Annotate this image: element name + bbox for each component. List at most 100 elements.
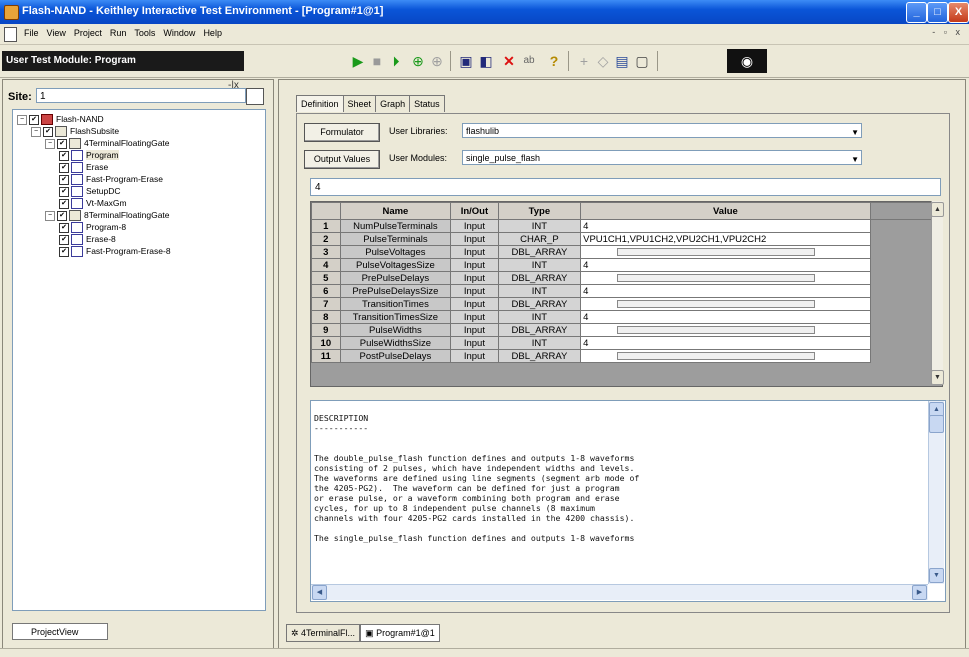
type-cell[interactable]: INT xyxy=(497,336,582,350)
tree-expander-icon[interactable]: − xyxy=(17,114,27,125)
help-icon[interactable]: ? xyxy=(545,52,563,70)
tab-definition[interactable]: Definition xyxy=(296,95,344,112)
value-cell[interactable]: 4 xyxy=(580,258,871,272)
report-icon[interactable]: ▢ xyxy=(633,52,651,70)
tree-expander-icon[interactable]: − xyxy=(31,126,41,137)
save-all-icon[interactable]: ◧ xyxy=(477,52,495,70)
name-cell[interactable]: PulseWidthsSize xyxy=(339,336,452,350)
tree-item[interactable]: ✔ Program xyxy=(59,149,119,162)
site-input[interactable]: 1 xyxy=(36,88,246,103)
type-cell[interactable]: INT xyxy=(497,258,582,272)
add-disabled-icon[interactable]: + xyxy=(575,52,593,70)
column-header-value[interactable]: Value xyxy=(580,202,871,220)
table-row[interactable]: 4 PulseVoltagesSize Input INT 4 xyxy=(311,258,942,272)
value-cell[interactable] xyxy=(580,297,871,311)
stop-icon[interactable]: ■ xyxy=(368,52,386,70)
table-row[interactable]: 8 TransitionTimesSize Input INT 4 xyxy=(311,310,942,324)
cell-edit-field[interactable]: 4 xyxy=(310,178,941,196)
inout-cell[interactable]: Input xyxy=(450,349,499,363)
scroll-down-icon[interactable]: ▼ xyxy=(929,568,944,583)
inout-cell[interactable]: Input xyxy=(450,232,499,246)
name-cell[interactable]: PulseWidths xyxy=(339,323,452,337)
menu-view[interactable]: View xyxy=(43,24,70,38)
inout-cell[interactable]: Input xyxy=(450,219,499,233)
value-cell[interactable]: 4 xyxy=(580,284,871,298)
scroll-up-icon[interactable]: ▲ xyxy=(931,202,944,217)
type-cell[interactable]: DBL_ARRAY xyxy=(497,245,582,259)
inout-cell[interactable]: Input xyxy=(450,297,499,311)
name-cell[interactable]: PulseVoltages xyxy=(339,245,452,259)
value-cell[interactable]: 4 xyxy=(580,219,871,233)
tree-item[interactable]: ✔ Erase-8 xyxy=(59,233,116,246)
tree-expander-icon[interactable]: − xyxy=(45,210,55,221)
description-vscrollbar[interactable]: ▲ ▼ xyxy=(928,401,944,584)
menu-tools[interactable]: Tools xyxy=(130,24,159,38)
site-browse-icon[interactable] xyxy=(246,88,264,105)
user-modules-select[interactable]: single_pulse_flash ▼ xyxy=(462,150,862,165)
scroll-right-icon[interactable]: ▶ xyxy=(912,585,927,600)
array-editor-bar[interactable] xyxy=(617,247,816,256)
tree-checkbox[interactable]: ✔ xyxy=(59,234,69,245)
inout-cell[interactable]: Input xyxy=(450,310,499,324)
close-button[interactable]: X xyxy=(948,2,969,23)
menu-window[interactable]: Window xyxy=(159,24,199,38)
menu-run[interactable]: Run xyxy=(106,24,131,38)
name-cell[interactable]: NumPulseTerminals xyxy=(339,219,452,233)
tree-item[interactable]: ✔ Erase xyxy=(59,161,108,174)
tree-item[interactable]: − ✔ Flash-NAND xyxy=(17,113,104,126)
array-editor-bar[interactable] xyxy=(617,299,816,308)
rename-icon[interactable]: ab xyxy=(520,52,538,70)
value-cell[interactable] xyxy=(580,323,871,337)
tree-item[interactable]: − ✔ 8TerminalFloatingGate xyxy=(45,209,170,222)
value-cell[interactable]: 4 xyxy=(580,336,871,350)
inout-cell[interactable]: Input xyxy=(450,336,499,350)
type-cell[interactable]: INT xyxy=(497,284,582,298)
inout-cell[interactable]: Input xyxy=(450,271,499,285)
description-hscrollbar[interactable]: ◀ ▶ xyxy=(311,584,928,600)
description-text[interactable]: DESCRIPTION ----------- The double_pulse… xyxy=(310,400,946,602)
type-cell[interactable]: CHAR_P xyxy=(497,232,582,246)
type-cell[interactable]: INT xyxy=(497,310,582,324)
value-cell[interactable] xyxy=(580,349,871,363)
array-editor-bar[interactable] xyxy=(617,325,816,334)
maximize-button[interactable]: □ xyxy=(927,2,948,23)
tree-item[interactable]: ✔ SetupDC xyxy=(59,185,121,198)
graph-icon[interactable]: ▤ xyxy=(613,52,631,70)
value-cell[interactable] xyxy=(580,271,871,285)
mdi-window-controls[interactable]: - ▫ x xyxy=(932,27,963,37)
scroll-left-icon[interactable]: ◀ xyxy=(312,585,327,600)
inout-cell[interactable]: Input xyxy=(450,284,499,298)
tree-item[interactable]: ✔ Program-8 xyxy=(59,221,126,234)
table-row[interactable]: 11 PostPulseDelays Input DBL_ARRAY xyxy=(311,349,942,363)
column-header-name[interactable]: Name xyxy=(339,202,452,220)
scroll-thumb[interactable] xyxy=(929,415,944,433)
value-cell[interactable]: VPU1CH1,VPU1CH2,VPU2CH1,VPU2CH2 xyxy=(580,232,871,246)
value-cell[interactable] xyxy=(580,245,871,259)
column-header-inout[interactable]: In/Out xyxy=(450,202,499,220)
menu-project[interactable]: Project xyxy=(70,24,106,38)
delete-icon[interactable]: ✕ xyxy=(500,52,518,70)
doc-tab-program[interactable]: ▣ Program#1@1 xyxy=(360,624,440,642)
inout-cell[interactable]: Input xyxy=(450,258,499,272)
table-row[interactable]: 5 PrePulseDelays Input DBL_ARRAY xyxy=(311,271,942,285)
tree-checkbox[interactable]: ✔ xyxy=(57,210,67,221)
document-icon[interactable] xyxy=(4,27,17,42)
project-tree[interactable]: − ✔ Flash-NAND − ✔ FlashSubsite − ✔ 4TerminalFlo… xyxy=(12,109,266,611)
tab-status[interactable]: Status xyxy=(409,95,445,112)
minimize-button[interactable]: _ xyxy=(906,2,927,23)
array-editor-bar[interactable] xyxy=(617,351,816,360)
grid-scrollbar[interactable]: ▲ ▼ xyxy=(931,201,944,385)
type-cell[interactable]: DBL_ARRAY xyxy=(497,349,582,363)
menu-help[interactable]: Help xyxy=(199,24,226,38)
value-cell[interactable]: 4 xyxy=(580,310,871,324)
doc-tab-4terminal[interactable]: ✲ 4TerminalFl... xyxy=(286,624,361,642)
table-row[interactable]: 3 PulseVoltages Input DBL_ARRAY xyxy=(311,245,942,259)
formulator-button[interactable]: Formulator xyxy=(304,123,380,142)
settings-disabled-icon[interactable]: ◇ xyxy=(594,52,612,70)
append-icon[interactable]: ⊕ xyxy=(409,52,427,70)
tree-checkbox[interactable]: ✔ xyxy=(59,150,69,161)
name-cell[interactable]: TransitionTimesSize xyxy=(339,310,452,324)
tab-sheet[interactable]: Sheet xyxy=(342,95,377,112)
tree-checkbox[interactable]: ✔ xyxy=(59,246,69,257)
name-cell[interactable]: PrePulseDelaysSize xyxy=(339,284,452,298)
